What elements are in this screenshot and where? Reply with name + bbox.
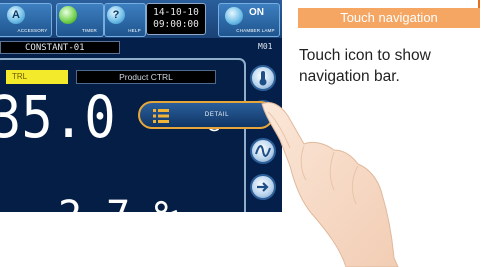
callout-description: Touch icon to show navigation bar. <box>299 47 431 85</box>
callout-leader-line <box>478 0 480 8</box>
pointing-hand-illustration <box>261 102 399 267</box>
callout-title: Touch navigation <box>298 8 480 28</box>
